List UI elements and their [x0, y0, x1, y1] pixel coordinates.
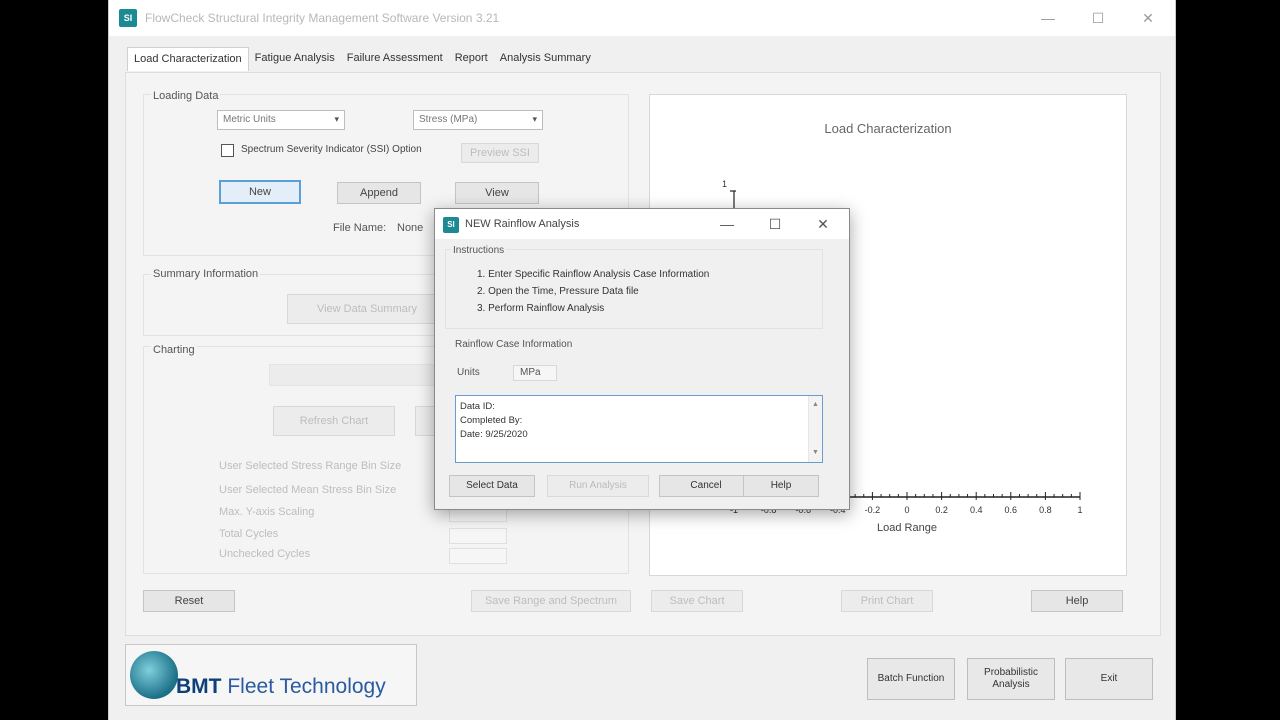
tab-bar: Load Characterization Fatigue Analysis F… [127, 47, 597, 71]
tab-failure-assessment[interactable]: Failure Assessment [341, 47, 449, 71]
save-range-spectrum-button[interactable]: Save Range and Spectrum [471, 590, 631, 612]
units-value: MPa [513, 365, 557, 381]
units-select-value: Metric Units [223, 114, 276, 125]
ssi-checkbox[interactable] [221, 144, 234, 157]
company-logo: BMT Fleet Technology [125, 644, 417, 706]
stress-select[interactable]: Stress (MPa) ▾ [413, 110, 543, 130]
dialog-close-button[interactable]: ✕ [803, 213, 843, 235]
cancel-button[interactable]: Cancel [659, 475, 753, 497]
x-axis-label: Load Range [877, 522, 937, 534]
dialog-title: NEW Rainflow Analysis [465, 218, 580, 230]
instruction-step-3: 3. Perform Rainflow Analysis [477, 303, 605, 314]
charting-label: Charting [151, 344, 197, 356]
x-tick-label: 0.6 [1005, 505, 1018, 515]
dialog-minimize-button[interactable]: — [707, 213, 747, 235]
units-select[interactable]: Metric Units ▾ [217, 110, 345, 130]
run-analysis-button[interactable]: Run Analysis [547, 475, 649, 497]
window-title: FlowCheck Structural Integrity Managemen… [145, 11, 500, 25]
logo-brand: BMT [176, 675, 222, 698]
help-button[interactable]: Help [1031, 590, 1123, 612]
new-button[interactable]: New [219, 180, 301, 204]
reset-button[interactable]: Reset [143, 590, 235, 612]
instruction-step-2: 2. Open the Time, Pressure Data file [477, 286, 639, 297]
date-line: Date: 9/25/2020 [460, 429, 528, 440]
case-info-label: Rainflow Case Information [455, 339, 573, 350]
logo-name: Fleet Technology [227, 675, 386, 698]
file-name-label: File Name: [333, 222, 387, 234]
chart-selector[interactable] [269, 364, 437, 386]
app-logo-icon: SI [443, 217, 459, 233]
x-tick-label: 0.8 [1039, 505, 1052, 515]
probabilistic-analysis-button[interactable]: Probabilistic Analysis [967, 658, 1055, 700]
y-tick-label-top: 1 [722, 179, 727, 189]
chevron-down-icon: ▾ [334, 114, 339, 124]
chevron-down-icon: ▾ [532, 114, 537, 124]
logo-text: BMT Fleet Technology [176, 675, 386, 699]
refresh-chart-button[interactable]: Refresh Chart [273, 406, 395, 436]
tab-report[interactable]: Report [449, 47, 494, 71]
y-axis-scaling-label: Max. Y-axis Scaling [219, 506, 315, 518]
units-label: Units [457, 367, 480, 378]
x-tick-label: 0 [904, 505, 909, 515]
unchecked-cycles-value [449, 548, 507, 564]
stress-range-bin-label: User Selected Stress Range Bin Size [219, 460, 402, 472]
globe-icon [130, 651, 178, 699]
batch-function-button[interactable]: Batch Function [867, 658, 955, 700]
select-data-button[interactable]: Select Data [449, 475, 535, 497]
close-button[interactable]: ✕ [1125, 6, 1171, 30]
mean-stress-bin-label: User Selected Mean Stress Bin Size [219, 484, 397, 496]
scroll-down-icon[interactable]: ▼ [812, 446, 819, 460]
title-bar: SI FlowCheck Structural Integrity Manage… [109, 0, 1175, 36]
append-button[interactable]: Append [337, 182, 421, 204]
minimize-button[interactable]: — [1025, 6, 1071, 30]
save-chart-button[interactable]: Save Chart [651, 590, 743, 612]
dialog-title-bar: SI NEW Rainflow Analysis — ☐ ✕ [435, 209, 849, 239]
unchecked-cycles-label: Unchecked Cycles [219, 548, 311, 560]
loading-data-label: Loading Data [151, 90, 221, 102]
exit-button[interactable]: Exit [1065, 658, 1153, 700]
tab-load-characterization[interactable]: Load Characterization [127, 47, 249, 71]
instructions-label: Instructions [451, 245, 507, 256]
view-data-summary-button[interactable]: View Data Summary [287, 294, 447, 324]
dialog-help-button[interactable]: Help [743, 475, 819, 497]
dialog-maximize-button[interactable]: ☐ [755, 213, 795, 235]
x-tick-label: 0.2 [935, 505, 948, 515]
completed-by-line: Completed By: [460, 415, 523, 426]
new-rainflow-dialog: SI NEW Rainflow Analysis — ☐ ✕ Instructi… [434, 208, 850, 510]
ssi-checkbox-label: Spectrum Severity Indicator (SSI) Option [241, 144, 422, 155]
file-name-value: None [397, 222, 424, 234]
x-tick-label: -0.2 [865, 505, 881, 515]
preview-ssi-button[interactable]: Preview SSI [461, 143, 539, 163]
tab-fatigue-analysis[interactable]: Fatigue Analysis [249, 47, 341, 71]
stress-select-value: Stress (MPa) [419, 114, 478, 125]
view-button[interactable]: View [455, 182, 539, 204]
app-logo-icon: SI [119, 9, 137, 27]
case-info-textarea[interactable]: Data ID: Completed By: Date: 9/25/2020 ▲… [455, 395, 823, 463]
total-cycles-label: Total Cycles [219, 528, 279, 540]
x-tick-label: 1 [1077, 505, 1082, 515]
summary-label: Summary Information [151, 268, 261, 280]
print-chart-button[interactable]: Print Chart [841, 590, 933, 612]
x-tick-label: 0.4 [970, 505, 983, 515]
tab-analysis-summary[interactable]: Analysis Summary [494, 47, 597, 71]
textarea-scrollbar[interactable]: ▲ ▼ [808, 396, 822, 462]
total-cycles-value [449, 528, 507, 544]
scroll-up-icon[interactable]: ▲ [812, 398, 819, 412]
data-id-line: Data ID: [460, 401, 495, 412]
instruction-step-1: 1. Enter Specific Rainflow Analysis Case… [477, 269, 710, 280]
maximize-button[interactable]: ☐ [1075, 6, 1121, 30]
